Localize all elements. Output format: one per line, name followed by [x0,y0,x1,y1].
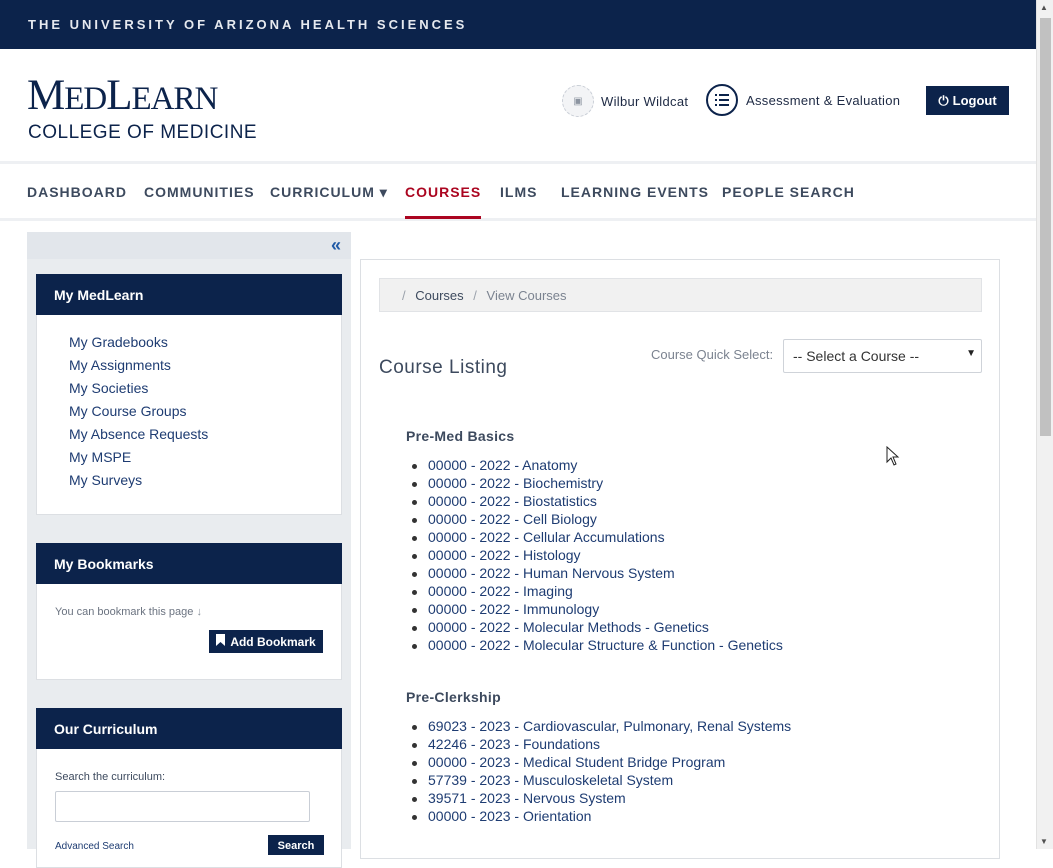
advanced-search-link[interactable]: Advanced Search [55,841,134,852]
group-title-pre-clerkship: Pre-Clerkship [406,689,501,705]
breadcrumb: / Courses / View Courses [379,278,982,312]
search-button[interactable]: Search [268,835,324,855]
course-link[interactable]: 00000 - 2022 - Molecular Structure & Fun… [412,637,783,655]
assessment-label: Assessment & Evaluation [746,92,901,108]
breadcrumb-separator: / [402,288,406,303]
logo-subtitle: COLLEGE OF MEDICINE [28,122,258,143]
nav-ilms[interactable]: ILMS [500,184,537,216]
page-title: Course Listing [379,357,508,378]
logout-button[interactable]: ⏻ Logout [926,86,1009,115]
arrow-down-icon: ↓ [196,606,202,618]
search-curriculum-label: Search the curriculum: [55,771,166,783]
course-link[interactable]: 00000 - 2022 - Anatomy [412,457,783,475]
link-my-gradebooks[interactable]: My Gradebooks [69,334,341,350]
course-link[interactable]: 00000 - 2022 - Immunology [412,601,783,619]
my-bookmarks-card: My Bookmarks You can bookmark this page … [36,543,342,680]
group-title-pre-med-basics: Pre-Med Basics [406,428,515,444]
course-list-pre-clerkship: 69023 - 2023 - Cardiovascular, Pulmonary… [406,718,791,826]
nav-dashboard[interactable]: DASHBOARD [27,184,127,216]
user-name: Wilbur Wildcat [601,93,689,109]
institution-title: THE UNIVERSITY OF ARIZONA HEALTH SCIENCE… [28,17,468,32]
course-link[interactable]: 00000 - 2022 - Human Nervous System [412,565,783,583]
collapse-sidebar-icon[interactable]: « [331,235,341,256]
course-link[interactable]: 00000 - 2022 - Cellular Accumulations [412,529,783,547]
list-icon [706,84,738,116]
bookmark-icon [216,634,226,649]
course-listing-panel: / Courses / View Courses Course Listing … [360,259,1000,859]
course-link[interactable]: 00000 - 2022 - Biostatistics [412,493,783,511]
course-quick-select-value: -- Select a Course -- [793,348,920,364]
page-scrollbar[interactable]: ▲ ▼ [1036,0,1053,849]
course-link[interactable]: 00000 - 2022 - Imaging [412,583,783,601]
assessment-link[interactable]: Assessment & Evaluation [706,84,900,116]
logout-label: Logout [952,93,997,108]
nav-communities[interactable]: COMMUNITIES [144,184,255,216]
course-link[interactable]: 00000 - 2023 - Orientation [411,808,791,826]
my-bookmarks-title: My Bookmarks [36,543,342,584]
nav-people-search[interactable]: PEOPLE SEARCH [722,184,855,216]
link-my-surveys[interactable]: My Surveys [69,472,341,488]
course-link[interactable]: 57739 - 2023 - Musculoskeletal System [411,772,791,790]
avatar: ▣ [562,85,594,117]
course-list-pre-med-basics: 00000 - 2022 - Anatomy 00000 - 2022 - Bi… [406,457,783,655]
mouse-cursor-icon [886,445,900,471]
course-quick-select[interactable]: -- Select a Course -- ▼ [783,339,982,373]
user-profile-link[interactable]: ▣ Wilbur Wildcat [562,85,688,117]
course-link[interactable]: 69023 - 2023 - Cardiovascular, Pulmonary… [411,718,791,736]
course-link[interactable]: 00000 - 2022 - Biochemistry [412,475,783,493]
nav-learning-events[interactable]: LEARNING EVENTS [561,184,709,216]
course-link[interactable]: 39571 - 2023 - Nervous System [411,790,791,808]
medlearn-logo[interactable]: MEDLEARN [27,74,218,117]
add-bookmark-label: Add Bookmark [230,634,316,649]
link-my-societies[interactable]: My Societies [69,380,341,396]
link-my-mspe[interactable]: My MSPE [69,449,341,465]
bookmark-hint: You can bookmark this page ↓ [55,606,202,618]
course-link[interactable]: 00000 - 2022 - Histology [412,547,783,565]
sidebar-toggle-bar: « [27,232,351,259]
main-nav: DASHBOARD COMMUNITIES CURRICULUM ▾ COURS… [0,167,1036,221]
scroll-thumb[interactable] [1040,18,1051,436]
link-my-assignments[interactable]: My Assignments [69,357,341,373]
link-my-absence-requests[interactable]: My Absence Requests [69,426,341,442]
nav-courses[interactable]: COURSES [405,184,482,219]
chevron-down-icon: ▼ [966,348,976,359]
course-link[interactable]: 00000 - 2023 - Medical Student Bridge Pr… [411,754,791,772]
course-link[interactable]: 00000 - 2022 - Molecular Methods - Genet… [412,619,783,637]
link-my-course-groups[interactable]: My Course Groups [69,403,341,419]
our-curriculum-card: Our Curriculum Search the curriculum: Ad… [36,708,342,868]
site-header: MEDLEARN COLLEGE OF MEDICINE ▣ Wilbur Wi… [0,49,1036,164]
breadcrumb-separator: / [473,288,477,303]
top-banner: THE UNIVERSITY OF ARIZONA HEALTH SCIENCE… [0,0,1036,49]
scroll-down-arrow-icon[interactable]: ▼ [1040,837,1048,846]
course-quick-select-label: Course Quick Select: [651,347,774,362]
curriculum-search-input[interactable] [55,791,310,822]
my-medlearn-title: My MedLearn [36,274,342,315]
scroll-up-arrow-icon[interactable]: ▲ [1040,3,1048,12]
course-link[interactable]: 00000 - 2022 - Cell Biology [412,511,783,529]
nav-curriculum-dropdown[interactable]: CURRICULUM ▾ [270,184,388,217]
add-bookmark-button[interactable]: Add Bookmark [209,630,323,653]
breadcrumb-courses[interactable]: Courses [415,288,463,303]
my-medlearn-card: My MedLearn My Gradebooks My Assignments… [36,274,342,515]
power-icon: ⏻ [938,92,949,108]
our-curriculum-title: Our Curriculum [36,708,342,749]
breadcrumb-current: View Courses [486,288,567,303]
course-link[interactable]: 42246 - 2023 - Foundations [411,736,791,754]
